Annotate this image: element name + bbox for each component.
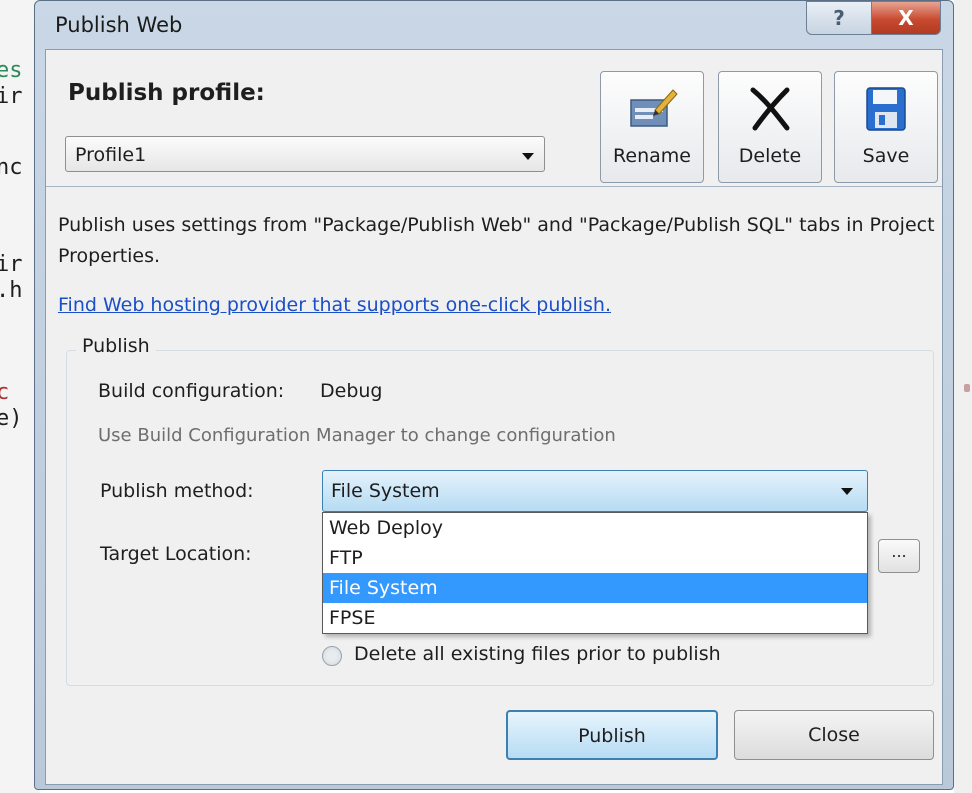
build-configuration-hint: Use Build Configuration Manager to chang… <box>98 425 616 446</box>
window-close-button[interactable]: X <box>871 1 941 35</box>
build-configuration-label: Build configuration: <box>98 380 285 402</box>
publish-method-label: Publish method: <box>100 480 254 502</box>
margin-marker <box>964 384 970 392</box>
rename-label: Rename <box>613 145 691 167</box>
dialog-title: Publish Web <box>55 13 183 37</box>
help-button[interactable]: ? <box>806 1 872 35</box>
publish-method-dropdown[interactable]: File System <box>322 470 868 512</box>
publish-info-text: Publish uses settings from "Package/Publ… <box>58 214 935 267</box>
browse-button[interactable]: ... <box>878 539 920 573</box>
option-ftp[interactable]: FTP <box>323 543 867 573</box>
publish-group-title: Publish <box>76 335 156 357</box>
code-line: nc <box>0 155 23 180</box>
code-line: .h <box>0 278 23 303</box>
close-icon: X <box>898 6 914 30</box>
delete-existing-files-label: Delete all existing files prior to publi… <box>354 643 721 665</box>
find-hosting-link[interactable]: Find Web hosting provider that supports … <box>58 294 611 316</box>
floppy-disk-icon <box>866 87 906 131</box>
save-label: Save <box>862 145 910 167</box>
publish-method-value: File System <box>331 480 440 502</box>
delete-button[interactable]: Delete <box>718 71 822 183</box>
background-editor-edge <box>954 0 972 793</box>
chevron-down-icon <box>522 153 534 160</box>
code-line: es <box>0 58 23 83</box>
option-fpse[interactable]: FPSE <box>323 603 867 633</box>
chevron-down-icon <box>841 488 853 495</box>
profile-dropdown[interactable]: Profile1 <box>65 136 545 172</box>
code-line: c <box>0 380 10 405</box>
dialog-body: Publish profile: Profile1 Rename Delete … <box>45 49 943 785</box>
publish-web-dialog: Publish Web ? X Publish profile: Profile… <box>34 0 954 790</box>
help-icon: ? <box>833 6 845 30</box>
code-line: ir <box>0 252 23 277</box>
publish-method-options-list: Web Deploy FTP File System FPSE <box>322 512 868 634</box>
option-web-deploy[interactable]: Web Deploy <box>323 513 867 543</box>
save-button[interactable]: Save <box>834 71 938 183</box>
rename-button[interactable]: Rename <box>600 71 704 183</box>
radio-button[interactable] <box>322 646 342 666</box>
close-button[interactable]: Close <box>734 710 934 760</box>
option-file-system[interactable]: File System <box>323 573 867 603</box>
delete-label: Delete <box>738 145 802 167</box>
rename-icon <box>630 89 678 127</box>
build-configuration-value: Debug <box>320 380 383 402</box>
publish-profile-heading: Publish profile: <box>68 80 265 106</box>
profile-dropdown-value: Profile1 <box>75 144 147 166</box>
profile-header: Publish profile: Profile1 Rename Delete … <box>46 50 942 187</box>
publish-button[interactable]: Publish <box>506 710 718 760</box>
delete-x-icon <box>750 87 790 131</box>
target-location-label: Target Location: <box>100 543 252 565</box>
code-line: e) <box>0 406 23 431</box>
code-line: ir <box>0 84 23 109</box>
